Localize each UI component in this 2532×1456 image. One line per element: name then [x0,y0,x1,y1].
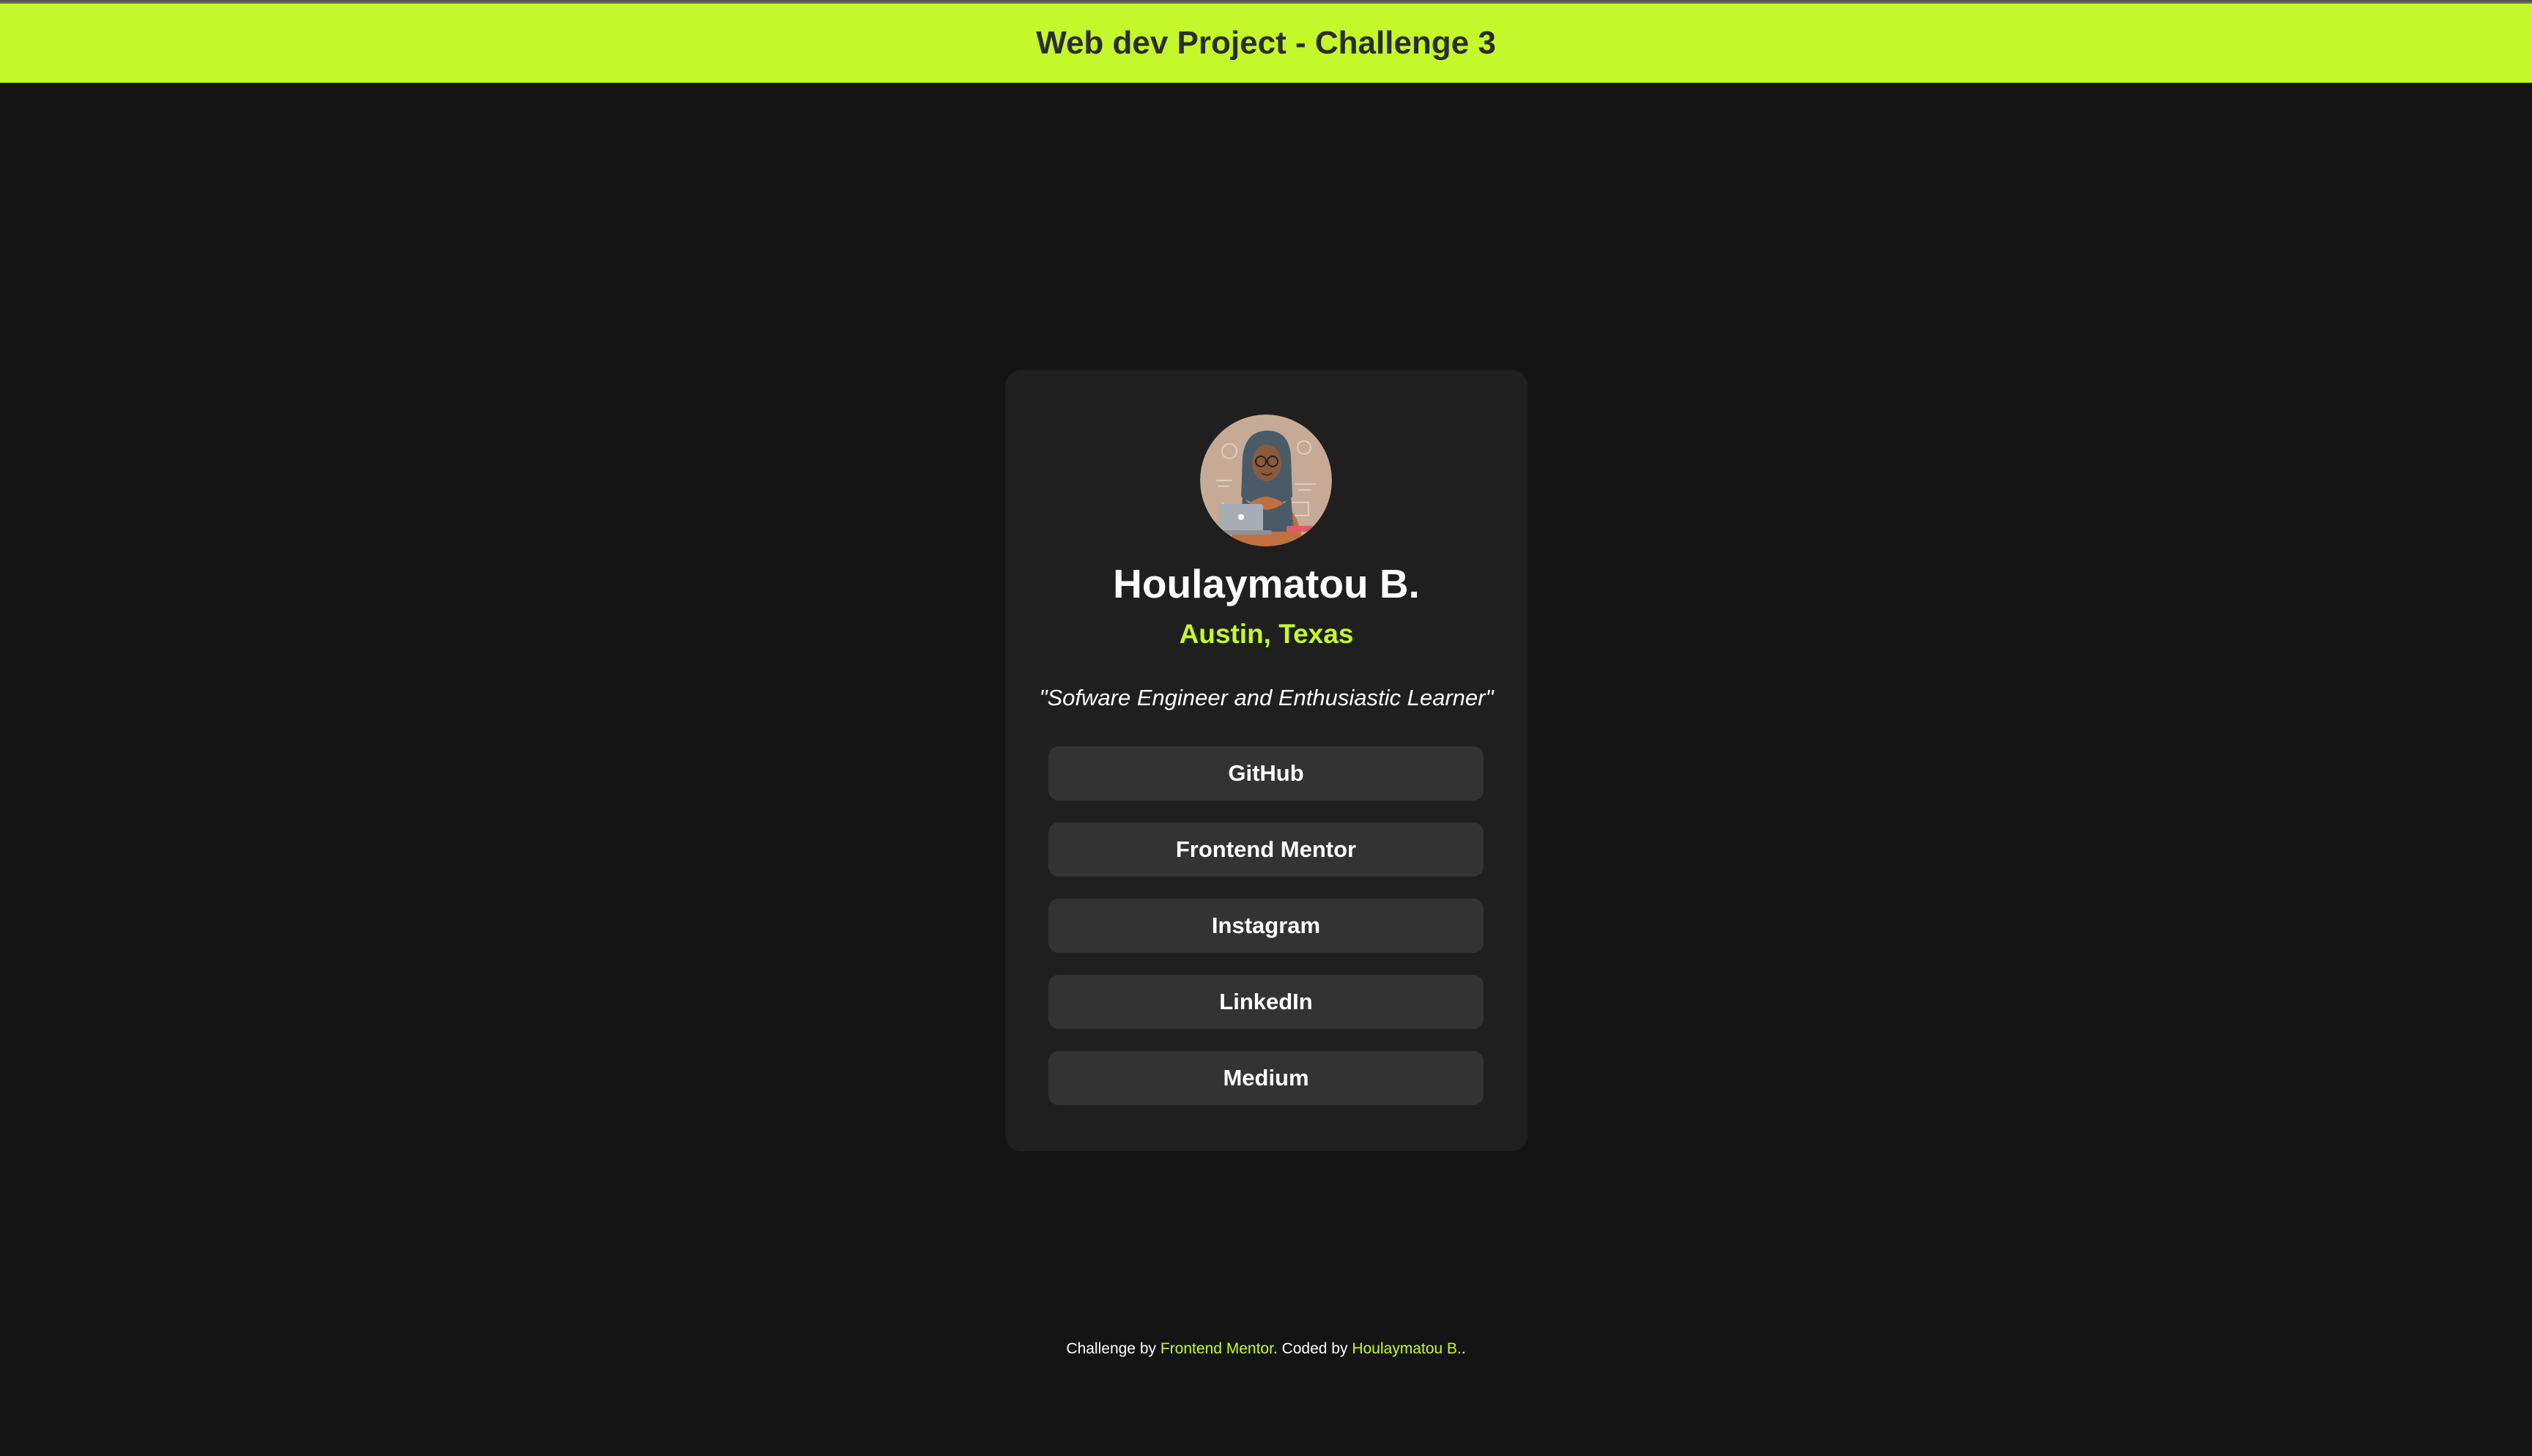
profile-card: Houlaymatou B. Austin, Texas "Sofware En… [1005,370,1528,1151]
profile-location: Austin, Texas [1179,619,1354,649]
profile-name: Houlaymatou B. [1113,561,1420,606]
instagram-link-button[interactable]: Instagram [1048,899,1484,953]
page-title: Web dev Project - Challenge 3 [1036,25,1496,61]
frontend-mentor-link-button[interactable]: Frontend Mentor [1048,822,1484,877]
footer-middle: . Coded by [1273,1340,1352,1357]
author-footer-link[interactable]: Houlaymatou B. [1352,1340,1461,1357]
medium-link-button[interactable]: Medium [1048,1051,1484,1105]
linkedin-link-button[interactable]: LinkedIn [1048,975,1484,1029]
footer-suffix: . [1461,1340,1466,1357]
footer-prefix: Challenge by [1066,1340,1160,1357]
github-link-button[interactable]: GitHub [1048,746,1484,801]
social-links: GitHub Frontend Mentor Instagram LinkedI… [1048,746,1484,1127]
avatar-illustration-icon [1200,415,1332,546]
frontend-mentor-footer-link[interactable]: Frontend Mentor [1160,1340,1273,1357]
profile-bio: "Sofware Engineer and Enthusiastic Learn… [1039,685,1494,710]
attribution-footer: Challenge by Frontend Mentor. Coded by H… [0,1340,2532,1358]
page-header: Web dev Project - Challenge 3 [0,4,2532,83]
avatar [1200,415,1332,546]
